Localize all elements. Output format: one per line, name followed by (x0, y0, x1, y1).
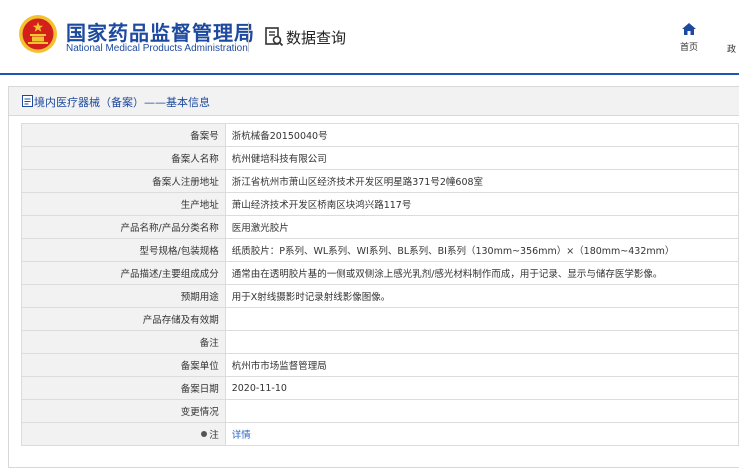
table-row: 生产地址 萧山经济技术开发区桥南区块鸿兴路117号 (21, 192, 739, 216)
field-label-text: 注 (209, 430, 219, 441)
record-table: 备案号 浙杭械备20150040号 备案人名称 杭州健培科技有限公司 备案人注册… (21, 123, 739, 446)
table-row: 备案日期 2020-11-10 (21, 376, 739, 400)
home-icon (682, 23, 696, 35)
field-label: 备案日期 (21, 376, 226, 400)
table-row: 备注 (21, 330, 739, 354)
field-label: 产品描述/主要组成成分 (21, 261, 226, 285)
field-label: 变更情况 (21, 399, 226, 423)
table-row: 变更情况 (21, 399, 739, 423)
field-label: 产品存储及有效期 (21, 307, 226, 331)
document-search-icon (265, 27, 284, 47)
field-value: 纸质胶片：P系列、WL系列、WI系列、BL系列、BI系列（130mm~356mm… (224, 238, 739, 262)
field-label: 备案单位 (21, 353, 226, 377)
panel-title: 境内医疗器械（备案）——基本信息 (34, 96, 210, 109)
site-name-cn[interactable]: 国家药品监督管理局 (66, 17, 255, 46)
table-row: 预期用途 用于X射线摄影时记录射线影像图像。 (21, 284, 739, 308)
field-label: 备案人注册地址 (21, 169, 226, 193)
table-row: 备案人名称 杭州健培科技有限公司 (21, 146, 739, 170)
field-label: 备案人名称 (21, 146, 226, 170)
field-value: 通常由在透明胶片基的一侧或双侧涂上感光乳剂/感光材料制作而成，用于记录、显示与储… (224, 261, 739, 285)
field-value: 用于X射线摄影时记录射线影像图像。 (224, 284, 739, 308)
field-value: 2020-11-10 (224, 376, 739, 400)
field-label: 生产地址 (21, 192, 226, 216)
header-divider (248, 22, 249, 52)
field-value: 浙江省杭州市萧山区经济技术开发区明星路371号2幢608室 (224, 169, 739, 193)
details-link[interactable]: 详情 (232, 430, 251, 441)
field-value (224, 399, 739, 423)
nav-home[interactable]: 首页 (672, 22, 706, 53)
table-row: 产品存储及有效期 (21, 307, 739, 331)
national-emblem-icon (19, 15, 57, 53)
site-header: 国家药品监督管理局 National Medical Products Admi… (0, 0, 739, 75)
table-row: 产品描述/主要组成成分 通常由在透明胶片基的一侧或双侧涂上感光乳剂/感光材料制作… (21, 261, 739, 285)
field-label: 备案号 (21, 123, 226, 147)
field-value: 杭州市市场监督管理局 (224, 353, 739, 377)
header-rule (0, 73, 739, 75)
field-value: 萧山经济技术开发区桥南区块鸿兴路117号 (224, 192, 739, 216)
nav-home-label: 首页 (679, 43, 698, 53)
panel-header: 境内医疗器械（备案）——基本信息 (9, 87, 739, 116)
document-icon (22, 95, 33, 107)
field-label: 预期用途 (21, 284, 226, 308)
field-label: 备注 (21, 330, 226, 354)
table-row: 注 详情 (21, 422, 739, 446)
table-row: 备案单位 杭州市市场监督管理局 (21, 353, 739, 377)
field-value (224, 307, 739, 331)
field-value (224, 330, 739, 354)
field-value: 详情 (224, 422, 739, 446)
site-name-en[interactable]: National Medical Products Administration (66, 43, 248, 54)
field-value: 医用激光胶片 (224, 215, 739, 239)
pin-icon (201, 431, 208, 437)
table-row: 型号规格/包装规格 纸质胶片：P系列、WL系列、WI系列、BL系列、BI系列（1… (21, 238, 739, 262)
field-label: 产品名称/产品分类名称 (21, 215, 226, 239)
field-value: 浙杭械备20150040号 (224, 123, 739, 147)
table-row: 备案人注册地址 浙江省杭州市萧山区经济技术开发区明星路371号2幢608室 (21, 169, 739, 193)
field-label: 型号规格/包装规格 (21, 238, 226, 262)
nav-gov-label[interactable]: 政 (727, 42, 736, 55)
table-row: 备案号 浙杭械备20150040号 (21, 123, 739, 147)
field-value: 杭州健培科技有限公司 (224, 146, 739, 170)
table-row: 产品名称/产品分类名称 医用激光胶片 (21, 215, 739, 239)
section-title: 数据查询 (286, 29, 347, 47)
field-label-note: 注 (21, 422, 226, 446)
